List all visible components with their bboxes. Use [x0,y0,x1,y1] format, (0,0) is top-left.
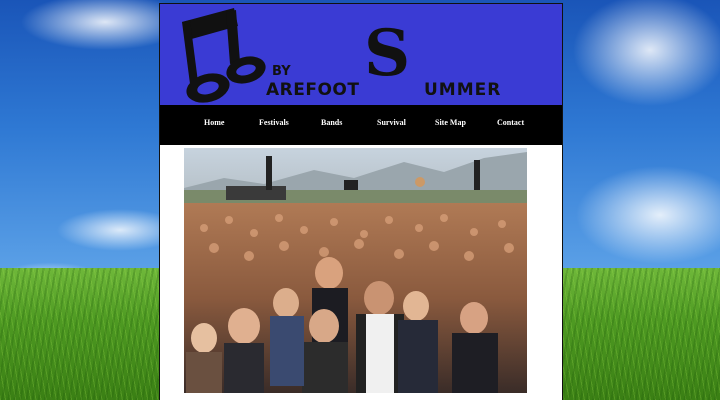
site-banner: BY ArEFOOT S UMMER [160,3,562,105]
main-nav: Home Festivals Bands Survival Site Map C… [160,105,562,145]
nav-home[interactable]: Home [204,118,224,127]
nav-bands[interactable]: Bands [321,118,342,127]
nav-contact[interactable]: Contact [497,118,524,127]
logo-by-text: BY [272,64,291,79]
logo-s-letter: S [364,16,411,91]
nav-festivals[interactable]: Festivals [259,118,289,127]
crowd-image [184,148,527,393]
logo-barefoot-text: ArEFOOT [266,80,360,100]
nav-survival[interactable]: Survival [377,118,406,127]
nav-site-map[interactable]: Site Map [435,118,466,127]
logo-summer-text: UMMER [424,80,502,100]
page-container: BY ArEFOOT S UMMER Home Festivals Bands … [159,3,563,400]
festival-crowd-photo [184,148,527,393]
